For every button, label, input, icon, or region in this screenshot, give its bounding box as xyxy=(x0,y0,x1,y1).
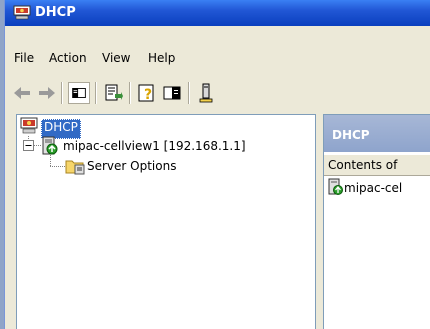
folder-icon xyxy=(65,160,85,175)
server-status-icon[interactable] xyxy=(195,82,217,104)
details-header: DHCP xyxy=(324,115,430,152)
tree-item-server-options[interactable]: Server Options xyxy=(87,159,176,177)
export-list-icon[interactable] xyxy=(102,82,124,104)
details-header-title: DHCP xyxy=(332,128,370,142)
toolbar-separator xyxy=(61,82,63,104)
column-header-contents[interactable]: Contents of xyxy=(324,155,430,176)
help-icon[interactable]: ? xyxy=(136,82,158,104)
dhcp-server-icon xyxy=(328,178,343,195)
dhcp-root-icon xyxy=(20,117,38,134)
forward-arrow-icon[interactable] xyxy=(36,82,58,104)
details-list-item[interactable]: mipac-cel xyxy=(344,181,402,195)
toolbar-separator xyxy=(129,82,131,104)
title-bar[interactable]: DHCP xyxy=(5,0,430,26)
back-arrow-icon[interactable] xyxy=(11,82,33,104)
console-tree: DHCP mipac-cellview1 [192.168.1.1] Serve… xyxy=(16,114,316,329)
dhcp-server-icon xyxy=(42,136,58,155)
details-pane: DHCP Contents of mipac-cel xyxy=(323,114,430,329)
svg-text:?: ? xyxy=(144,87,152,103)
toolbar-separator xyxy=(188,82,190,104)
tree-line xyxy=(50,166,65,168)
menu-view[interactable]: View xyxy=(102,51,130,65)
window-title: DHCP xyxy=(35,5,76,20)
tree-item-server[interactable]: mipac-cellview1 [192.168.1.1] xyxy=(63,139,246,157)
menu-action[interactable]: Action xyxy=(49,51,87,65)
dhcp-app-icon xyxy=(13,5,31,20)
menu-file[interactable]: File xyxy=(14,51,34,65)
column-header-label: Contents of xyxy=(328,158,398,172)
tree-line xyxy=(50,155,52,166)
toolbar: ? xyxy=(5,80,430,108)
tree-line xyxy=(33,145,41,147)
menu-help[interactable]: Help xyxy=(148,51,175,65)
collapse-toggle-icon[interactable] xyxy=(23,140,34,151)
menu-bar: File Action View Help xyxy=(5,46,430,72)
toolbar-separator xyxy=(95,82,97,104)
dhcp-window: DHCP File Action View Help ? DHCP mipac-… xyxy=(4,0,430,329)
properties-icon[interactable] xyxy=(161,82,183,104)
show-hide-tree-icon[interactable] xyxy=(68,82,90,104)
